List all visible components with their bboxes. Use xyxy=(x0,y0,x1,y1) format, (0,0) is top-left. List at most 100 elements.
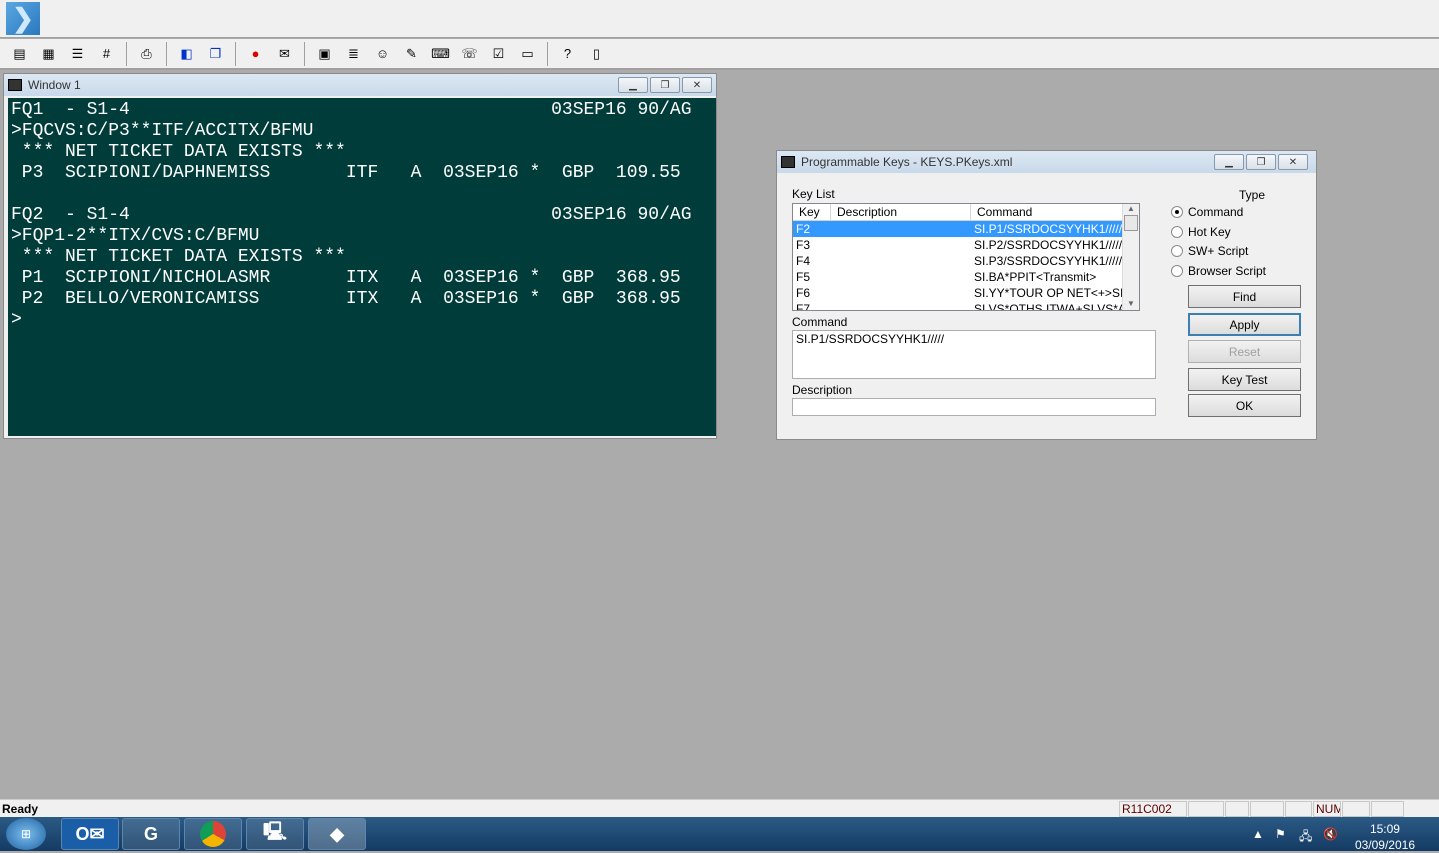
toolbar-separator xyxy=(235,41,236,66)
key-test-button[interactable]: Key Test xyxy=(1188,368,1301,391)
screen-edit-icon[interactable]: ▣ xyxy=(314,43,336,65)
taskbar-g-app[interactable]: G xyxy=(122,818,180,850)
key-list-row[interactable]: F5 SI.BA*PPIT<Transmit> xyxy=(793,269,1139,285)
radio-circle[interactable] xyxy=(1171,245,1183,257)
close-button[interactable]: ✕ xyxy=(1278,154,1308,170)
terminal-line: P2 BELLO/VERONICAMISS ITX A 03SEP16 * GB… xyxy=(11,289,681,309)
start-button[interactable]: ⊞ xyxy=(6,818,46,850)
user-edit-icon[interactable]: ✎ xyxy=(401,43,423,65)
windows-icon[interactable]: ❐ xyxy=(205,43,227,65)
taskbar: ⊞ O✉ G 🖳 ◆ ▲ ⚑ 🖧 🔇 15:09 03/09/2016 xyxy=(0,817,1439,853)
clock[interactable]: 15:09 03/09/2016 xyxy=(1355,821,1415,853)
type-label: Type xyxy=(1239,188,1266,202)
taskbar-terminal-app[interactable]: ◆ xyxy=(308,818,366,850)
keyboard-icon[interactable]: ⌨ xyxy=(430,43,452,65)
volume-muted-icon[interactable]: 🔇 xyxy=(1323,827,1338,841)
key-list-row[interactable]: F7 SI.VS*OTHS ITWA+SI.VS*A16 xyxy=(793,301,1139,310)
status-pane xyxy=(1225,801,1249,817)
restore-button[interactable]: ❐ xyxy=(1246,154,1276,170)
minimize-button[interactable]: ▁ xyxy=(618,77,648,93)
document-icon[interactable]: ▤ xyxy=(9,43,31,65)
display-icon[interactable]: ▭ xyxy=(517,43,539,65)
radio-circle[interactable] xyxy=(1171,206,1183,218)
description-cell xyxy=(831,221,971,237)
radio-label: SW+ Script xyxy=(1188,244,1249,258)
numbers-icon[interactable]: # xyxy=(96,43,118,65)
terminal-line: P1 SCIPIONI/NICHOLASMR ITX A 03SEP16 * G… xyxy=(11,268,681,288)
programmable-keys-dialog: Programmable Keys - KEYS.PKeys.xml ▁ ❐ ✕ K… xyxy=(776,150,1317,440)
terminal-icon xyxy=(781,156,795,168)
show-hidden-icons[interactable]: ▲ xyxy=(1252,827,1264,841)
command-cell: SI.P1/SSRDOCSYYHK1///// xyxy=(974,222,1123,236)
terminal-line: FQ1 - S1-4 03SEP16 90/AG xyxy=(11,100,692,120)
key-cell: F4 xyxy=(796,254,811,268)
agent-icon[interactable]: ☺ xyxy=(372,43,394,65)
status-pane xyxy=(1285,801,1312,817)
num-lock-indicator: NUM xyxy=(1313,801,1341,817)
help-icon[interactable]: ? xyxy=(557,43,579,65)
find-button[interactable]: Find xyxy=(1188,285,1301,308)
restore-button[interactable]: ❐ xyxy=(650,77,680,93)
key-cell: F5 xyxy=(796,270,811,284)
key-list-row[interactable]: F6 SI.YY*TOUR OP NET<+>SI.AC... xyxy=(793,285,1139,301)
command-cell: SI.P3/SSRDOCSYYHK1///// xyxy=(974,254,1123,268)
ok-button[interactable]: OK xyxy=(1188,394,1301,417)
toolbar-separator xyxy=(547,41,548,66)
terminal-line: FQ2 - S1-4 03SEP16 90/AG xyxy=(11,205,692,225)
mail-icon[interactable]: ✉ xyxy=(274,43,296,65)
taskbar-outlook[interactable]: O✉ xyxy=(61,818,119,850)
key-list-row[interactable]: F2 SI.P1/SSRDOCSYYHK1///// xyxy=(793,221,1139,237)
window1-titlebar[interactable]: Window 1 xyxy=(4,74,716,96)
status-pane xyxy=(1342,801,1370,817)
key-cell: F3 xyxy=(796,238,811,252)
terminal-line: >FQCVS:C/P3**ITF/ACCITX/BFMU xyxy=(11,121,314,141)
list-icon[interactable]: ☰ xyxy=(67,43,89,65)
minimize-button[interactable]: ▁ xyxy=(1214,154,1244,170)
network-icon[interactable]: 🖧 xyxy=(1299,827,1312,848)
app-header: ❯ xyxy=(0,0,1439,38)
command-field[interactable]: SI.P1/SSRDOCSYYHK1///// xyxy=(792,330,1156,379)
clock-time: 15:09 xyxy=(1369,822,1400,836)
status-pane xyxy=(1188,801,1224,817)
terminal-screen[interactable]: FQ1 - S1-4 03SEP16 90/AG >FQCVS:C/P3**ITF… xyxy=(8,98,716,436)
status-text: Ready xyxy=(2,802,39,816)
apply-button[interactable]: Apply xyxy=(1188,313,1301,336)
description-cell xyxy=(831,301,971,310)
type-radio-sw-script[interactable]: SW+ Script xyxy=(1171,244,1248,258)
terminal-line: *** NET TICKET DATA EXISTS *** xyxy=(11,142,346,162)
layout-icon[interactable]: ◧ xyxy=(176,43,198,65)
radio-label: Hot Key xyxy=(1188,224,1231,239)
terminal-line: >FQP1-2**ITX/CVS:C/BFMU xyxy=(11,226,260,246)
close-button[interactable]: ✕ xyxy=(682,77,712,93)
key-list-row[interactable]: F3 SI.P2/SSRDOCSYYHK1///// xyxy=(793,237,1139,253)
radio-circle[interactable] xyxy=(1171,264,1183,277)
toolbar-separator xyxy=(126,41,127,66)
type-radio-browser-script[interactable]: Browser Script xyxy=(1171,264,1266,278)
taskbar-remote-desktop[interactable]: 🖳 xyxy=(246,818,304,850)
toolbar: ▤ ▦ ☰ # ⎙ ◧ ❐ ● ✉ ▣ ≣ ☺ ✎ ⌨ ☏ ☑ ▭? ▯ xyxy=(0,39,1439,70)
app-logo-icon[interactable]: ❯ xyxy=(6,2,40,35)
calculator-icon[interactable]: ▦ xyxy=(38,43,60,65)
print-icon[interactable]: ⎙ xyxy=(136,43,158,65)
description-field[interactable] xyxy=(792,398,1156,416)
fax-icon[interactable]: ☏ xyxy=(459,43,481,65)
key-list[interactable]: Key Description Command F2 SI.P1/SSRDOCSYYH… xyxy=(792,203,1140,311)
column-header-key[interactable]: Key xyxy=(793,204,831,220)
printer-queue-icon[interactable]: ≣ xyxy=(343,43,365,65)
column-header-command[interactable]: Command xyxy=(971,204,1126,220)
list-scrollbar[interactable]: ▲ ▼ xyxy=(1122,204,1139,310)
colors-icon[interactable]: ● xyxy=(245,43,267,65)
column-header-description[interactable]: Description xyxy=(831,204,971,220)
action-center-icon[interactable]: ⚑ xyxy=(1275,827,1286,841)
type-radio-command[interactable]: Command xyxy=(1171,205,1243,219)
description-label: Description xyxy=(792,383,853,397)
description-cell xyxy=(831,237,971,253)
checklist-icon[interactable]: ☑ xyxy=(488,43,510,65)
taskbar-chrome[interactable] xyxy=(184,818,242,850)
reset-button[interactable]: Reset xyxy=(1188,340,1301,363)
command-cell: SI.YY*TOUR OP NET<+>SI.AC... xyxy=(974,286,1126,300)
exit-icon[interactable]: ▯ xyxy=(586,43,608,65)
key-list-row[interactable]: F4 SI.P3/SSRDOCSYYHK1///// xyxy=(793,253,1139,269)
radio-circle[interactable] xyxy=(1171,225,1183,238)
type-radio-hot-key[interactable]: Hot Key xyxy=(1171,225,1231,239)
